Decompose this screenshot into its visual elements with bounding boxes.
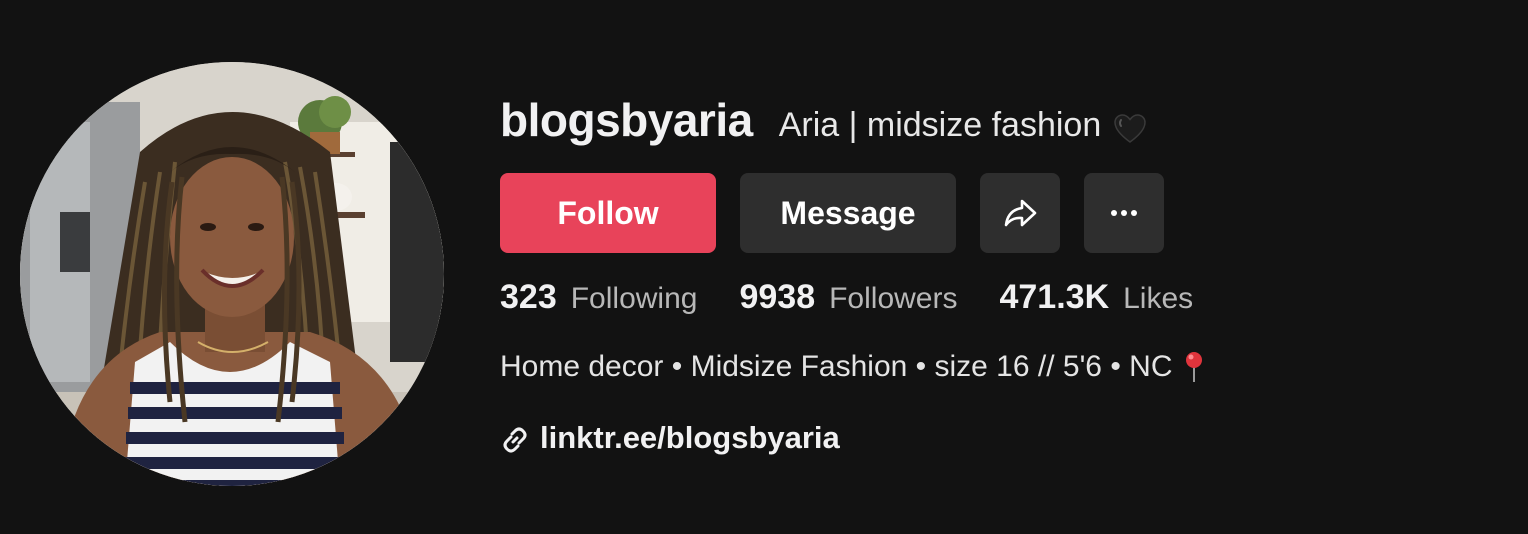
bio-text: Home decor • Midsize Fashion • size 16 /… — [500, 350, 1173, 383]
more-icon — [1111, 210, 1137, 216]
following-label: Following — [570, 282, 698, 315]
following-stat[interactable]: 323 Following — [500, 278, 697, 317]
link-icon — [503, 427, 527, 453]
nickname: Aria | midsize fashion — [779, 95, 1148, 155]
profile-info: blogsbyaria Aria | midsize fashion Follo… — [500, 90, 1500, 455]
likes-stat: 471.3K Likes — [999, 278, 1193, 317]
follow-button[interactable]: Follow — [500, 173, 716, 253]
profile-avatar[interactable] — [20, 62, 444, 486]
share-button[interactable] — [980, 173, 1060, 253]
username: blogsbyaria — [500, 94, 753, 146]
profile-link[interactable]: linktr.ee/blogsbyaria — [500, 420, 840, 456]
nickname-text: Aria | midsize fashion — [778, 106, 1102, 144]
more-options-button[interactable] — [1084, 173, 1164, 253]
message-button[interactable]: Message — [740, 173, 956, 253]
action-buttons: Follow Message — [500, 173, 1164, 253]
likes-label: Likes — [1123, 282, 1194, 315]
black-heart-icon — [1114, 114, 1146, 143]
profile-header: blogsbyaria Aria | midsize fashion Follo… — [0, 0, 1528, 534]
followers-stat[interactable]: 9938 Followers — [739, 278, 957, 317]
profile-stats: 323 Following 9938 Followers 471.3K Like… — [500, 278, 1235, 317]
avatar-photo — [20, 62, 444, 486]
followers-count: 9938 — [739, 278, 816, 316]
likes-count: 471.3K — [999, 278, 1110, 316]
share-icon — [1004, 199, 1037, 227]
round-pushpin-icon — [1185, 352, 1202, 382]
profile-link-text: linktr.ee/blogsbyaria — [540, 420, 840, 455]
followers-label: Followers — [829, 282, 958, 315]
profile-bio: Home decor • Midsize Fashion • size 16 /… — [500, 350, 1205, 384]
title-row: blogsbyaria Aria | midsize fashion — [500, 90, 1500, 150]
following-count: 323 — [500, 278, 557, 316]
